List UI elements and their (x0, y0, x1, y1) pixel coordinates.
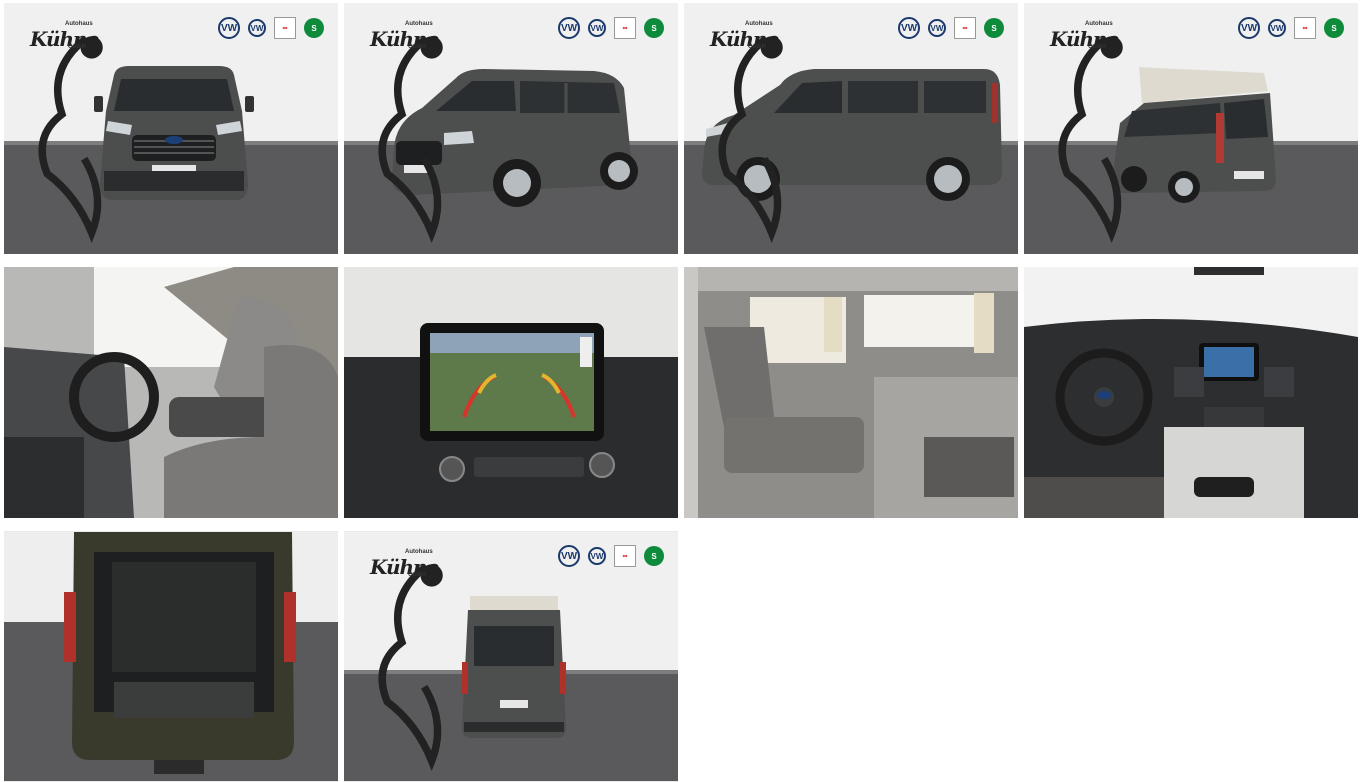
dealer-suffix: GmbH (408, 572, 426, 578)
gallery-thumbnail-infotainment[interactable] (344, 267, 678, 518)
dealer-logo: Autohaus Kühne GmbH (10, 11, 103, 243)
gallery-thumbnail-front[interactable]: Autohaus Kühne GmbH VW VW ∞ S (4, 3, 338, 254)
brand-logos: VW VW ∞ S (558, 17, 664, 39)
vw-commercial-logo-icon: VW (1268, 19, 1286, 37)
vw-commercial-logo-icon: VW (588, 19, 606, 37)
audi-logo-icon: ∞ (614, 545, 636, 567)
vw-commercial-logo-icon: VW (588, 547, 606, 565)
skoda-logo-icon: S (304, 18, 324, 38)
skoda-logo-icon: S (644, 546, 664, 566)
audi-logo-icon: ∞ (954, 17, 976, 39)
dealer-name: Kühne (710, 27, 779, 51)
skoda-logo-icon: S (1324, 18, 1344, 38)
dealer-suffix: GmbH (1088, 44, 1106, 50)
brand-logos: VW VW ∞ S (898, 17, 1004, 39)
skoda-logo-icon: S (984, 18, 1004, 38)
interior-dashboard-photo (1024, 267, 1358, 518)
dealer-name: Kühne (370, 555, 439, 579)
skoda-logo-icon: S (644, 18, 664, 38)
gallery-thumbnail-rear-studio[interactable]: Autohaus Kühne GmbH VW VW ∞ S (344, 531, 678, 782)
gallery-thumbnail-dashboard[interactable] (1024, 267, 1358, 518)
vw-commercial-logo-icon: VW (248, 19, 266, 37)
gallery-thumbnail-front-three-quarter[interactable]: Autohaus Kühne GmbH VW VW ∞ S (344, 3, 678, 254)
dealer-name: Kühne (370, 27, 439, 51)
dealer-name: Kühne (1050, 27, 1119, 51)
photo-gallery-grid: Autohaus Kühne GmbH VW VW ∞ S Autohaus K… (4, 3, 1362, 782)
vw-logo-icon: VW (898, 17, 920, 39)
vw-commercial-logo-icon: VW (928, 19, 946, 37)
dealer-suffix: GmbH (408, 44, 426, 50)
vw-logo-icon: VW (558, 545, 580, 567)
audi-logo-icon: ∞ (1294, 17, 1316, 39)
interior-rear-bench-photo (684, 267, 1018, 518)
brand-logos: VW VW ∞ S (218, 17, 324, 39)
dealer-name: Kühne (30, 27, 99, 51)
vehicle-trunk-photo (4, 532, 338, 781)
audi-logo-icon: ∞ (614, 17, 636, 39)
dealer-suffix: GmbH (748, 44, 766, 50)
dealer-logo: Autohaus Kühne GmbH (1030, 11, 1123, 243)
brand-logos: VW VW ∞ S (1238, 17, 1344, 39)
gallery-thumbnail-rear-bench[interactable] (684, 267, 1018, 518)
brand-logos: VW VW ∞ S (558, 545, 664, 567)
vw-logo-icon: VW (1238, 17, 1260, 39)
dealer-suffix: GmbH (68, 44, 86, 50)
dealer-logo: Autohaus Kühne GmbH (350, 11, 443, 243)
vw-logo-icon: VW (218, 17, 240, 39)
infotainment-rear-camera-photo (344, 267, 678, 518)
dealer-logo: Autohaus Kühne GmbH (690, 11, 783, 243)
interior-seats-photo (4, 267, 338, 518)
gallery-thumbnail-trunk[interactable] (4, 531, 338, 782)
gallery-thumbnail-rear-roof-up[interactable]: Autohaus Kühne GmbH VW VW ∞ S (1024, 3, 1358, 254)
gallery-thumbnail-cockpit-seats[interactable] (4, 267, 338, 518)
dealer-logo: Autohaus Kühne GmbH (350, 539, 443, 771)
gallery-thumbnail-side[interactable]: Autohaus Kühne GmbH VW VW ∞ S (684, 3, 1018, 254)
audi-logo-icon: ∞ (274, 17, 296, 39)
vw-logo-icon: VW (558, 17, 580, 39)
